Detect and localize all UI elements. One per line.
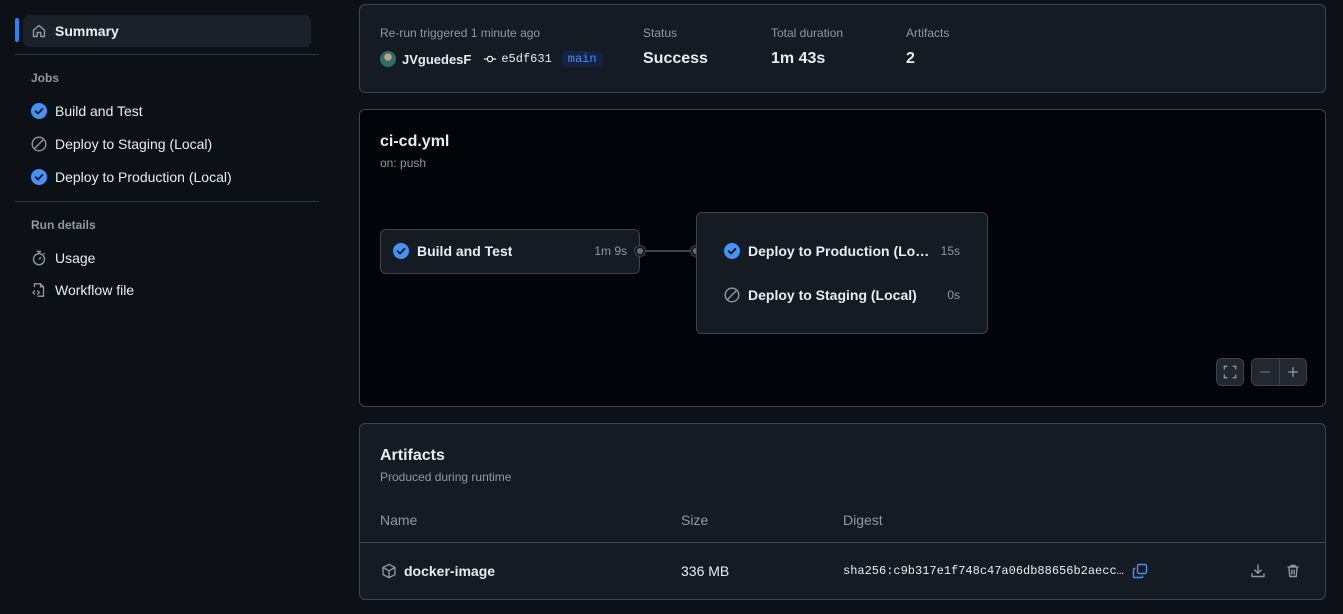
job-duration: 1m 9s: [594, 244, 627, 258]
skip-icon: [31, 136, 47, 152]
status-label: Status: [643, 26, 678, 40]
sidebar-item-label: Deploy to Production (Local): [55, 169, 232, 185]
trigger-text: Re-run triggered 1 minute ago: [380, 26, 541, 40]
workflow-trigger: on: push: [380, 156, 427, 170]
artifacts-title: Artifacts: [380, 447, 445, 464]
artifacts-subtitle: Produced during runtime: [380, 470, 512, 484]
sidebar: Summary Jobs Build and Test Deploy to St…: [0, 0, 335, 614]
check-circle-icon: [393, 243, 409, 259]
job-duration: 0s: [947, 288, 960, 302]
run-summary-card: Re-run triggered 1 minute ago JVguedesF …: [359, 4, 1326, 93]
column-header-name: Name: [380, 512, 418, 528]
jobs-heading: Jobs: [31, 71, 60, 85]
sidebar-divider: [15, 54, 319, 55]
fullscreen-icon: [1223, 365, 1237, 379]
column-header-size: Size: [681, 512, 709, 528]
check-circle-icon: [31, 103, 47, 119]
home-icon: [31, 23, 47, 39]
sidebar-item-workflow-file[interactable]: Workflow file: [23, 274, 311, 306]
column-header-digest: Digest: [843, 512, 883, 528]
sidebar-item-label: Deploy to Staging (Local): [55, 136, 213, 152]
job-node-build-and-test[interactable]: Build and Test 1m 9s: [380, 229, 640, 274]
avatar[interactable]: [380, 51, 396, 67]
trash-icon: [1285, 563, 1301, 579]
sidebar-item-deploy-production[interactable]: Deploy to Production (Local): [23, 161, 311, 193]
zoom-in-button[interactable]: [1280, 359, 1307, 385]
artifacts-card: Artifacts Produced during runtime Name S…: [359, 423, 1326, 600]
skip-icon: [724, 287, 740, 303]
plus-icon: [1286, 365, 1300, 379]
check-circle-icon: [31, 169, 47, 185]
branch-badge[interactable]: main: [561, 51, 603, 67]
connector-dot: [635, 246, 645, 256]
sidebar-item-label: Workflow file: [55, 282, 135, 298]
job-node-deploy-staging[interactable]: Deploy to Staging (Local) 0s: [724, 287, 960, 303]
commit-icon: [483, 52, 497, 66]
duration-label: Total duration: [771, 26, 844, 40]
check-circle-icon: [724, 243, 740, 259]
sidebar-item-deploy-staging[interactable]: Deploy to Staging (Local): [23, 128, 311, 160]
actor-link[interactable]: JVguedesF: [402, 52, 471, 67]
download-icon: [1250, 563, 1266, 579]
delete-button[interactable]: [1283, 561, 1303, 581]
run-details-heading: Run details: [31, 218, 96, 232]
package-icon: [379, 561, 399, 581]
workflow-graph-card: ci-cd.yml on: push Build and Test 1m 9s …: [359, 109, 1326, 407]
job-connector-line: [643, 250, 697, 252]
sidebar-item-build-and-test[interactable]: Build and Test: [23, 95, 311, 127]
active-indicator: [15, 18, 19, 42]
job-name: Build and Test: [417, 243, 513, 259]
fullscreen-button[interactable]: [1216, 358, 1244, 386]
sidebar-divider: [15, 201, 319, 202]
job-node-deploy-production[interactable]: Deploy to Production (Local) 15s: [724, 243, 960, 259]
job-duration: 15s: [940, 244, 960, 258]
commit-link[interactable]: e5df631: [483, 52, 552, 66]
job-name: Deploy to Production (Local): [748, 243, 932, 259]
sidebar-item-label: Usage: [55, 250, 96, 266]
copy-icon: [1132, 563, 1148, 579]
duration-value: 1m 43s: [771, 50, 826, 67]
sidebar-item-label: Build and Test: [55, 103, 143, 119]
stopwatch-icon: [31, 250, 47, 266]
artifacts-count[interactable]: 2: [906, 50, 915, 68]
zoom-controls: [1251, 358, 1307, 386]
sidebar-item-label: Summary: [55, 23, 119, 39]
artifacts-label: Artifacts: [906, 26, 950, 40]
artifact-size: 336 MB: [681, 563, 730, 579]
artifact-digest: sha256:c9b317e1f748c47a06db88656b2aecc…: [843, 564, 1124, 578]
download-button[interactable]: [1248, 561, 1268, 581]
sidebar-item-summary[interactable]: Summary: [23, 15, 311, 47]
minus-icon: [1258, 365, 1272, 379]
sidebar-item-usage[interactable]: Usage: [23, 242, 311, 274]
table-row: docker-image 336 MB sha256:c9b317e1f748c…: [360, 543, 1325, 599]
job-row[interactable]: Build and Test 1m 9s: [393, 243, 627, 259]
commit-sha: e5df631: [501, 52, 552, 66]
actor-row: JVguedesF e5df631 main: [380, 51, 603, 67]
artifact-name-link[interactable]: docker-image: [404, 563, 495, 579]
job-group-deploy: Deploy to Production (Local) 15s Deploy …: [696, 212, 988, 334]
zoom-out-button[interactable]: [1252, 359, 1279, 385]
status-value: Success: [643, 50, 708, 67]
copy-digest-button[interactable]: [1130, 561, 1150, 581]
workflow-file-title: ci-cd.yml: [380, 133, 450, 150]
job-name: Deploy to Staging (Local): [748, 287, 917, 303]
file-code-icon: [31, 282, 47, 298]
